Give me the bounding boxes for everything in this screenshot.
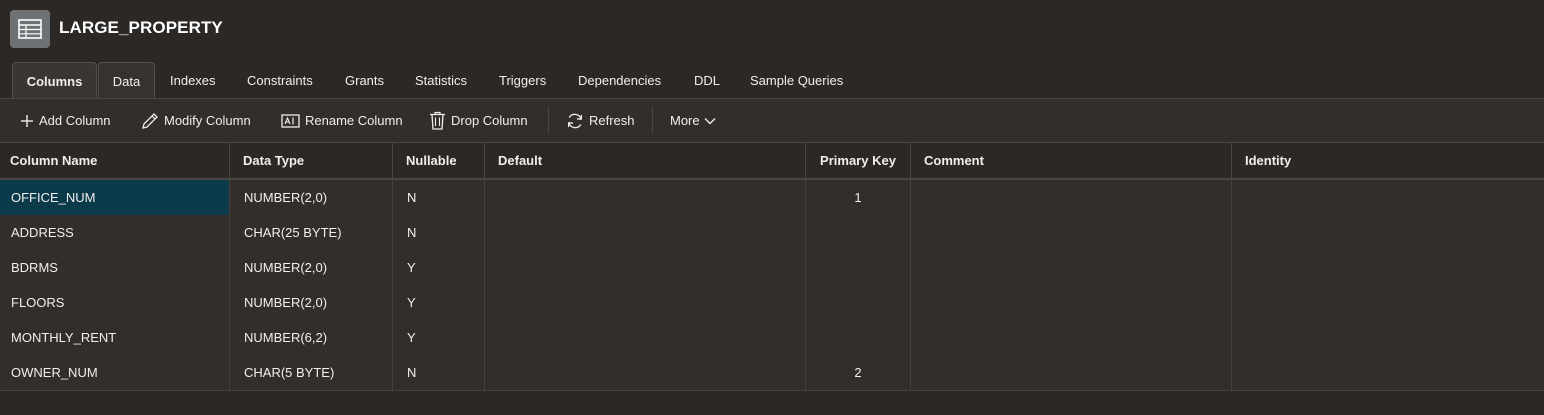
- modify-column-button[interactable]: Modify Column: [141, 99, 251, 142]
- add-column-button[interactable]: Add Column: [20, 99, 111, 142]
- drop-column-label: Drop Column: [451, 113, 528, 128]
- table-icon: [10, 10, 50, 48]
- tab-ddl[interactable]: DDL: [694, 62, 720, 97]
- table-row[interactable]: BDRMS NUMBER(2,0) Y: [0, 250, 1544, 286]
- tab-triggers[interactable]: Triggers: [499, 62, 546, 97]
- cell-column-name[interactable]: OWNER_NUM: [0, 355, 230, 390]
- header-default[interactable]: Default: [485, 143, 806, 178]
- cell-nullable[interactable]: Y: [393, 285, 485, 320]
- chevron-down-icon: [704, 117, 716, 124]
- drop-column-button[interactable]: Drop Column: [429, 99, 528, 142]
- cell-identity[interactable]: [1232, 180, 1544, 215]
- add-column-label: Add Column: [39, 113, 111, 128]
- cell-nullable[interactable]: Y: [393, 250, 485, 285]
- tab-bar: Columns Data Indexes Constraints Grants …: [0, 60, 1544, 99]
- header-comment[interactable]: Comment: [911, 143, 1232, 178]
- cell-data-type[interactable]: NUMBER(2,0): [230, 285, 393, 320]
- cell-data-type[interactable]: NUMBER(6,2): [230, 320, 393, 355]
- cell-nullable[interactable]: N: [393, 355, 485, 390]
- cell-identity[interactable]: [1232, 215, 1544, 250]
- refresh-icon: [567, 113, 583, 128]
- cell-default[interactable]: [485, 320, 806, 355]
- tab-dependencies[interactable]: Dependencies: [578, 62, 661, 97]
- cell-comment[interactable]: [911, 180, 1232, 215]
- cell-data-type[interactable]: CHAR(5 BYTE): [230, 355, 393, 390]
- cell-column-name[interactable]: MONTHLY_RENT: [0, 320, 230, 355]
- cell-identity[interactable]: [1232, 250, 1544, 285]
- table-row[interactable]: MONTHLY_RENT NUMBER(6,2) Y: [0, 320, 1544, 356]
- cell-column-name[interactable]: FLOORS: [0, 285, 230, 320]
- cell-comment[interactable]: [911, 250, 1232, 285]
- page-header: LARGE_PROPERTY: [0, 0, 1544, 60]
- table-row[interactable]: ADDRESS CHAR(25 BYTE) N: [0, 215, 1544, 251]
- cell-data-type[interactable]: NUMBER(2,0): [230, 250, 393, 285]
- cell-nullable[interactable]: Y: [393, 320, 485, 355]
- cell-primary-key[interactable]: 1: [806, 180, 911, 215]
- refresh-label: Refresh: [589, 113, 635, 128]
- tab-indexes[interactable]: Indexes: [170, 62, 216, 97]
- cell-primary-key[interactable]: [806, 285, 911, 320]
- header-primary-key[interactable]: Primary Key: [806, 143, 911, 178]
- tab-sample-queries[interactable]: Sample Queries: [750, 62, 843, 97]
- header-column-name[interactable]: Column Name: [0, 143, 230, 178]
- table-row[interactable]: OWNER_NUM CHAR(5 BYTE) N 2: [0, 355, 1544, 391]
- table-row[interactable]: OFFICE_NUM NUMBER(2,0) N 1: [0, 180, 1544, 216]
- toolbar-divider: [652, 107, 653, 134]
- cell-default[interactable]: [485, 250, 806, 285]
- rename-column-button[interactable]: Rename Column: [281, 99, 403, 142]
- cell-primary-key[interactable]: [806, 250, 911, 285]
- header-data-type[interactable]: Data Type: [230, 143, 393, 178]
- cell-primary-key[interactable]: [806, 215, 911, 250]
- toolbar: Add Column Modify Column Rename Column D…: [0, 99, 1544, 143]
- cell-comment[interactable]: [911, 355, 1232, 390]
- tab-constraints[interactable]: Constraints: [247, 62, 313, 97]
- cell-default[interactable]: [485, 355, 806, 390]
- more-label: More: [670, 113, 700, 128]
- trash-icon: [430, 111, 445, 130]
- header-nullable[interactable]: Nullable: [393, 143, 485, 178]
- cell-column-name[interactable]: BDRMS: [0, 250, 230, 285]
- plus-icon: [21, 114, 33, 127]
- cell-data-type[interactable]: CHAR(25 BYTE): [230, 215, 393, 250]
- cell-default[interactable]: [485, 215, 806, 250]
- cell-primary-key[interactable]: [806, 320, 911, 355]
- cell-identity[interactable]: [1232, 285, 1544, 320]
- tab-grants[interactable]: Grants: [345, 62, 384, 97]
- rename-column-label: Rename Column: [305, 113, 403, 128]
- cell-comment[interactable]: [911, 215, 1232, 250]
- tab-data[interactable]: Data: [98, 62, 155, 98]
- grid-header-row: Column Name Data Type Nullable Default P…: [0, 143, 1544, 180]
- cell-default[interactable]: [485, 180, 806, 215]
- cell-data-type[interactable]: NUMBER(2,0): [230, 180, 393, 215]
- toolbar-divider: [548, 107, 549, 134]
- header-identity[interactable]: Identity: [1232, 143, 1544, 178]
- cell-column-name[interactable]: ADDRESS: [0, 215, 230, 250]
- cell-nullable[interactable]: N: [393, 215, 485, 250]
- page-title: LARGE_PROPERTY: [59, 18, 223, 37]
- rename-icon: [281, 113, 300, 128]
- cell-identity[interactable]: [1232, 320, 1544, 355]
- cell-primary-key[interactable]: 2: [806, 355, 911, 390]
- cell-default[interactable]: [485, 285, 806, 320]
- cell-comment[interactable]: [911, 320, 1232, 355]
- more-menu-button[interactable]: More: [670, 99, 721, 142]
- refresh-button[interactable]: Refresh: [566, 99, 635, 142]
- table-row[interactable]: FLOORS NUMBER(2,0) Y: [0, 285, 1544, 321]
- tab-statistics[interactable]: Statistics: [415, 62, 467, 97]
- cell-comment[interactable]: [911, 285, 1232, 320]
- cell-identity[interactable]: [1232, 355, 1544, 390]
- cell-nullable[interactable]: N: [393, 180, 485, 215]
- pencil-icon: [142, 112, 158, 129]
- modify-column-label: Modify Column: [164, 113, 251, 128]
- tab-columns[interactable]: Columns: [12, 62, 97, 98]
- cell-column-name[interactable]: OFFICE_NUM: [0, 180, 230, 215]
